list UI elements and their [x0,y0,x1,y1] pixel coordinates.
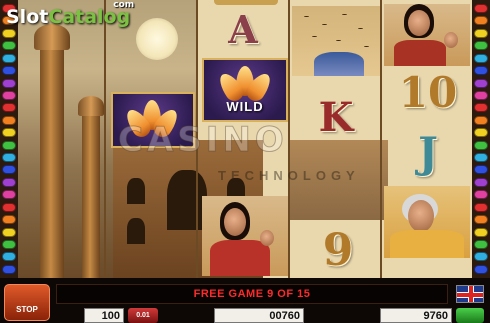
symbol-a: A [228,6,258,52]
wild-symbol: WILD [202,58,288,122]
bet-denomination-button[interactable]: 0.01 [128,308,158,323]
stop-button[interactable]: STOP [4,284,50,321]
payline-indicator [2,153,16,163]
payline-indicator [2,115,16,125]
free-game-text: FREE GAME 9 OF 15 [193,288,311,300]
payline-indicator [474,103,488,113]
wild-label: WILD [226,99,264,114]
payline-indicator [2,252,16,262]
woman-symbol-reel3 [202,196,288,276]
left-payline-indicators [0,0,18,278]
credit-value: 9760 [423,309,448,322]
payline-indicator [474,190,488,200]
symbol-k: K [318,93,354,141]
payline-indicator [474,240,488,250]
payline-indicator [2,140,16,150]
payline-indicator [2,90,16,100]
payline-indicator [2,66,16,76]
payline-indicator [2,202,16,212]
woman-symbol-reel5 [384,4,470,66]
payline-indicator [474,41,488,51]
payline-indicator [2,53,16,63]
payline-indicator [474,53,488,63]
payline-indicator [2,227,16,237]
payline-indicator [474,215,488,225]
bet-badge: 0.01 [136,312,150,319]
payline-indicator [2,41,16,51]
payline-indicator [2,78,16,88]
bet-field: 100 [84,308,124,323]
payline-indicator [2,190,16,200]
stop-label: STOP [16,305,38,314]
payline-indicator [474,78,488,88]
win-value: 00760 [269,309,300,322]
free-game-banner: FREE GAME 9 OF 15 [56,284,448,304]
flag-uk-icon[interactable] [456,285,484,303]
birds-symbol [292,6,380,76]
payline-indicator [2,128,16,138]
symbol-j: J [418,127,438,177]
payline-indicator [2,165,16,175]
payline-indicator [2,103,16,113]
payline-indicator [474,252,488,262]
payline-indicator [2,177,16,187]
payline-indicator [474,177,488,187]
symbol-ten: 10 [398,67,458,117]
watermark-subtext: TECHNOLOGY [218,168,360,183]
logo-com-text: com [113,0,135,10]
credit-field: 9760 [380,308,452,323]
payline-indicator [474,16,488,26]
payline-indicator [474,153,488,163]
symbol-nine: 9 [322,224,354,276]
payline-indicator [474,128,488,138]
bet-value: 100 [101,309,120,322]
win-field: 00760 [214,308,304,323]
slotcatalog-logo: SlotCatalog com [6,0,134,28]
payline-indicator [474,115,488,125]
top-frame-tab [214,0,278,5]
payline-indicator [2,215,16,225]
payline-indicator [474,227,488,237]
start-button[interactable] [456,308,484,323]
old-woman-symbol [384,186,470,258]
reel-1 [18,0,106,278]
payline-indicator [474,66,488,76]
payline-indicator [474,140,488,150]
payline-indicator [474,28,488,38]
payline-indicator [474,264,488,274]
logo-slot-text: Slot [6,6,49,28]
payline-indicator [474,202,488,212]
payline-indicator [474,90,488,100]
payline-indicator [474,165,488,175]
watermark-text: CASINO [118,120,288,161]
right-payline-indicators [472,0,490,278]
payline-indicator [2,240,16,250]
payline-indicator [2,264,16,274]
reels-area: A WILD K 9 10 J CASINO TECHNOLOGY [18,0,472,278]
payline-indicator [474,4,488,13]
payline-indicator [2,28,16,38]
control-bar: STOP FREE GAME 9 OF 15 100 0.01 00760 97… [0,278,490,323]
